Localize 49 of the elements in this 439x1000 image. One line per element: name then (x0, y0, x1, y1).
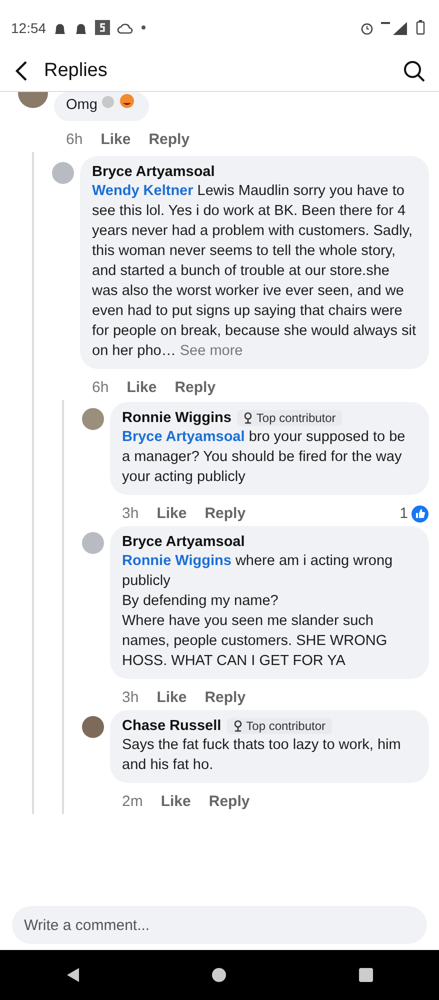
status-time: 12:54 (11, 20, 46, 36)
author-name[interactable]: Bryce Artyamsoal (92, 164, 215, 180)
reply-link[interactable]: Reply (208, 793, 250, 810)
comment-text: Says the fat fuck thats too lazy to work, him and his fat ho. (122, 736, 402, 775)
comment-text: Bryce Artyamsoal bro your supposed to be a manager? You should be fired for the way your acting publicly (122, 428, 406, 487)
comment-input-field[interactable]: Write a comment... (12, 906, 427, 944)
reaction-count: 1 (400, 505, 408, 522)
comment-text: Omg (66, 93, 136, 115)
alarm-icon (360, 20, 374, 34)
comment-time: 2m (122, 793, 143, 810)
badge-label: Top contributor (246, 719, 326, 733)
mention-link[interactable]: Wendy Keltner (92, 183, 194, 199)
comment-time: 6h (66, 131, 83, 148)
author-name[interactable]: Chase Russell (122, 718, 222, 734)
like-link[interactable]: Like (126, 379, 157, 396)
back-nav-icon[interactable] (66, 967, 80, 983)
avatar[interactable] (82, 716, 104, 738)
reply-link[interactable]: Reply (204, 689, 246, 706)
app-square-icon (95, 20, 110, 35)
like-link[interactable]: Like (100, 131, 131, 148)
reply-link[interactable]: Reply (148, 131, 190, 148)
reply-link[interactable]: Reply (204, 505, 246, 522)
badge-label: Top contributor (256, 411, 336, 425)
angry-face-emoji-icon (119, 93, 136, 109)
like-link[interactable]: Like (156, 505, 187, 522)
badge-icon (233, 720, 244, 732)
badge-icon (243, 412, 254, 424)
comment-text: Wendy Keltner Lewis Maudlin sorry you have to see this lol. Yes i do work at BK. Been there for 4 years never had a problem with customers. Sadly, this woman never seems to tell the whole story, and started a bunch of trouble at our store.she was also the worst worker ive ever seen, and we even had to put signs up saying that chairs were for people on break, because she would always sit on her pho… See more (92, 182, 417, 361)
author-name[interactable]: Bryce Artyamsoal (122, 534, 245, 550)
reply-link[interactable]: Reply (174, 379, 216, 396)
like-link[interactable]: Like (160, 793, 191, 810)
like-reaction-icon (411, 504, 429, 522)
comment-time: 3h (122, 689, 139, 706)
search-icon[interactable] (403, 60, 425, 82)
battery-icon (416, 20, 425, 35)
comment-time: 3h (122, 505, 139, 522)
cloud-icon (117, 22, 134, 34)
home-nav-icon[interactable] (211, 967, 228, 983)
dot-icon (141, 25, 146, 30)
like-link[interactable]: Like (156, 689, 187, 706)
comment-time: 6h (92, 379, 109, 396)
avatar[interactable] (82, 408, 104, 430)
mention-link[interactable]: Ronnie Wiggins (122, 553, 232, 569)
mention-link[interactable]: Bryce Artyamsoal (122, 429, 245, 445)
see-more-link[interactable]: See more (180, 343, 243, 359)
author-name[interactable]: Ronnie Wiggins (122, 410, 232, 426)
comment-text: Ronnie Wiggins where am i acting wrong publicly By defending my name? Where have you seen me slander such names, people customers. SHE WRONG HOSS. WHAT CAN I GET FOR YA (122, 552, 394, 671)
recents-nav-icon[interactable] (359, 968, 374, 982)
page-title: Replies (44, 60, 108, 82)
